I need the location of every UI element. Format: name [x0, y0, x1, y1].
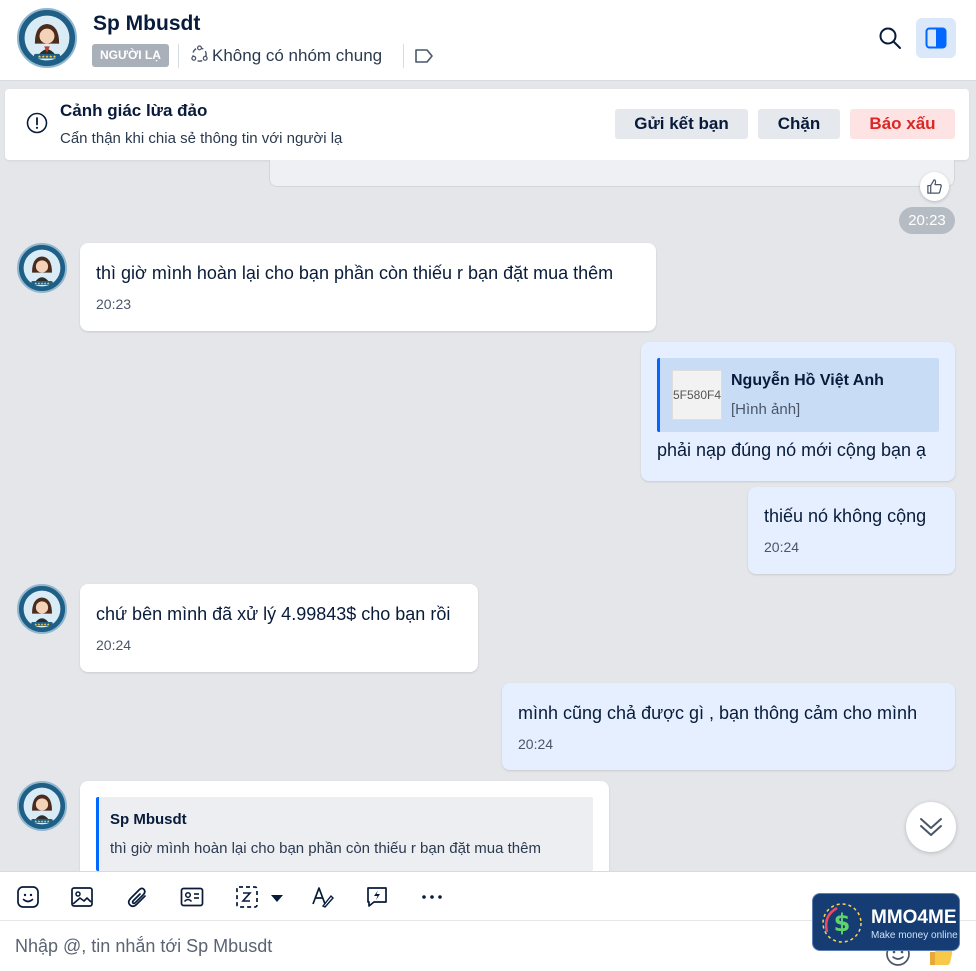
message-text: phải nạp đúng nó mới cộng bạn ạ	[657, 440, 927, 460]
quick-message-button[interactable]	[365, 885, 389, 909]
search-icon[interactable]	[878, 26, 902, 50]
chat-header: ★★★★★ Sp Mbusdt NGƯỜI LẠ Không có nhóm c…	[0, 0, 976, 81]
divider	[403, 44, 404, 68]
scroll-to-bottom-button[interactable]	[906, 802, 956, 852]
stranger-badge: NGƯỜI LẠ	[92, 44, 169, 67]
mutual-groups-label[interactable]: Không có nhóm chung	[212, 46, 382, 66]
sticker-button[interactable]	[16, 885, 40, 909]
send-contact-card-button[interactable]	[180, 885, 204, 909]
warning-subtitle: Cẩn thận khi chia sẻ thông tin với người…	[60, 130, 343, 147]
screenshot-icon	[236, 886, 283, 908]
time-separator: 20:23	[899, 207, 955, 234]
sender-avatar[interactable]: ★★★★★	[17, 781, 67, 831]
divider	[178, 44, 179, 68]
quoted-message[interactable]: Sp Mbusdt thì giờ mình hoàn lại cho bạn …	[96, 797, 593, 871]
message-time: 20:24	[96, 637, 132, 653]
contact-card-icon	[180, 887, 204, 907]
warning-title: Cảnh giác lừa đảo	[60, 101, 208, 120]
message-time: 20:24	[764, 539, 800, 555]
svg-text:★★★★★: ★★★★★	[38, 54, 57, 59]
quoted-sender-name: Sp Mbusdt	[110, 811, 187, 828]
send-image-button[interactable]	[70, 885, 94, 909]
message-bubble[interactable]: mình cũng chả được gì , bạn thông cảm ch…	[502, 683, 955, 770]
quoted-message[interactable]: 5F580F48 Nguyễn Hồ Việt Anh [Hình ảnh]	[657, 358, 939, 432]
quoted-text: thì giờ mình hoàn lại cho bạn phần còn t…	[110, 840, 541, 857]
attachment-icon	[127, 887, 146, 908]
previous-message-bubble[interactable]	[269, 160, 955, 187]
report-button[interactable]: Báo xấu	[850, 109, 955, 139]
message-text: thì giờ mình hoàn lại cho bạn phần còn t…	[96, 263, 614, 283]
sender-avatar[interactable]: ★★★★★	[17, 584, 67, 634]
message-text: thiếu nó không cộng	[764, 506, 927, 526]
svg-text:$: $	[834, 909, 851, 937]
message-text: mình cũng chả được gì , bạn thông cảm ch…	[518, 703, 918, 723]
double-chevron-down-icon	[920, 818, 942, 836]
message-text: chứ bên mình đã xử lý 4.99843$ cho bạn r…	[96, 604, 451, 624]
format-text-button[interactable]	[310, 885, 334, 909]
message-input[interactable]	[0, 921, 870, 971]
tag-icon[interactable]	[414, 48, 434, 64]
more-options-button[interactable]	[420, 885, 444, 909]
format-text-icon	[312, 887, 334, 908]
contact-name[interactable]: Sp Mbusdt	[93, 12, 200, 36]
contact-avatar[interactable]: ★★★★★	[17, 8, 77, 68]
message-bubble[interactable]: Sp Mbusdt thì giờ mình hoàn lại cho bạn …	[80, 781, 609, 871]
mmo4me-watermark: $ MMO4ME Make money online	[812, 893, 960, 951]
svg-text:★★★★★: ★★★★★	[34, 622, 49, 626]
quoted-sender-name: Nguyễn Hồ Việt Anh	[731, 372, 884, 389]
attach-file-button[interactable]	[125, 885, 149, 909]
dollar-logo-icon: $	[822, 903, 862, 943]
add-friend-button[interactable]: Gửi kết bạn	[615, 109, 748, 139]
group-icon	[191, 45, 208, 62]
warning-icon	[26, 112, 48, 134]
message-time: 20:24	[518, 736, 554, 752]
toggle-side-panel-button[interactable]	[916, 18, 956, 58]
watermark-subtitle: Make money online	[871, 930, 958, 941]
watermark-title: MMO4ME	[871, 907, 957, 928]
block-button[interactable]: Chặn	[758, 109, 840, 139]
image-icon	[71, 887, 93, 907]
message-bubble[interactable]: chứ bên mình đã xử lý 4.99843$ cho bạn r…	[80, 584, 478, 672]
svg-text:★★★★★: ★★★★★	[34, 281, 49, 285]
reaction-button[interactable]	[920, 172, 949, 201]
screenshot-button[interactable]	[235, 885, 287, 909]
sender-avatar[interactable]: ★★★★★	[17, 243, 67, 293]
more-icon	[422, 895, 442, 899]
side-panel-icon	[925, 27, 947, 49]
message-bubble[interactable]: 5F580F48 Nguyễn Hồ Việt Anh [Hình ảnh] p…	[641, 342, 955, 481]
sticker-icon	[17, 886, 39, 908]
scam-warning-bar: Cảnh giác lừa đảo Cẩn thận khi chia sẻ t…	[5, 89, 969, 160]
message-time: 20:23	[96, 296, 132, 312]
message-bubble[interactable]: thiếu nó không cộng 20:24	[748, 487, 955, 574]
message-bubble[interactable]: thì giờ mình hoàn lại cho bạn phần còn t…	[80, 243, 656, 331]
quoted-text: [Hình ảnh]	[731, 401, 801, 418]
quick-message-icon	[367, 887, 387, 907]
quoted-image-thumbnail: 5F580F48	[672, 370, 722, 420]
svg-text:★★★★★: ★★★★★	[34, 819, 49, 823]
thumbs-up-icon	[927, 179, 942, 194]
